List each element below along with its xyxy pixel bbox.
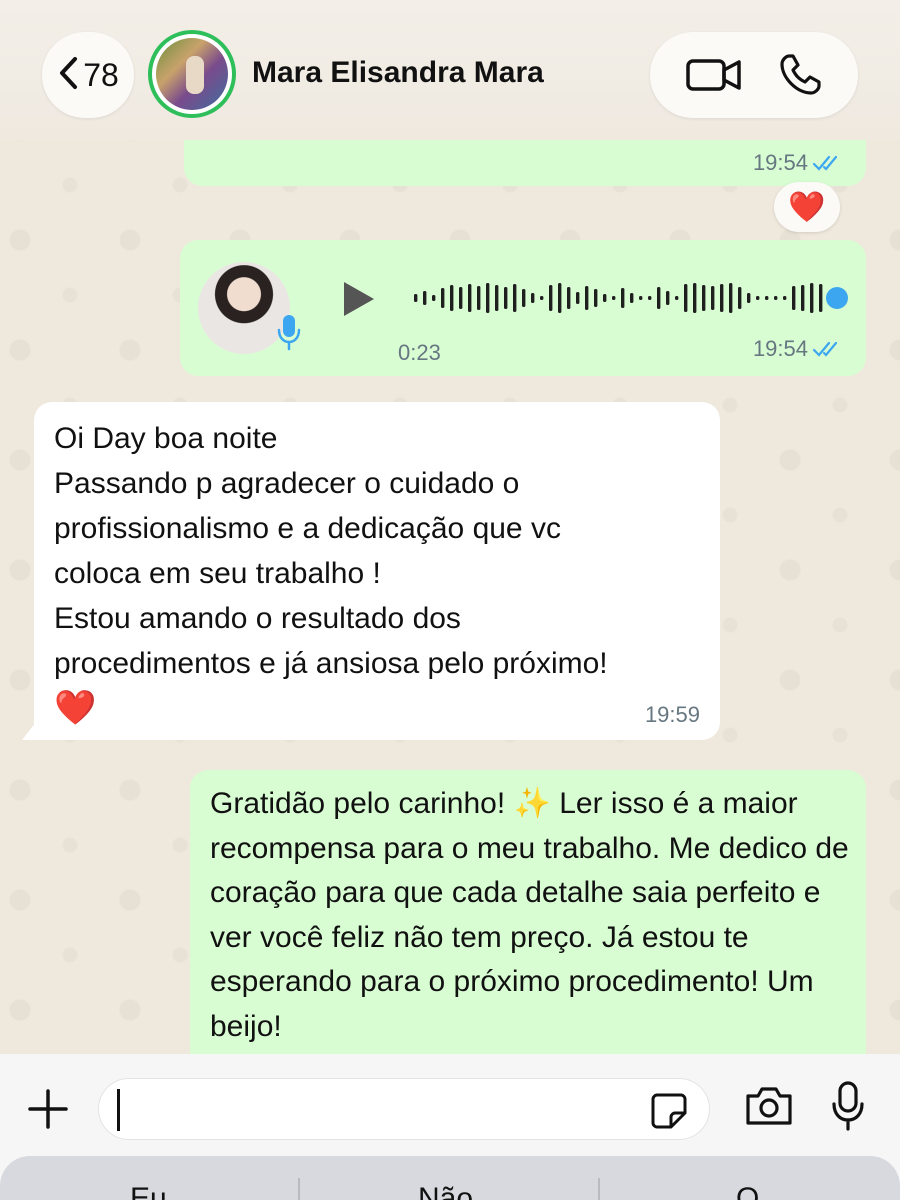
contact-avatar-image [156,38,228,110]
waveform-bar [666,291,670,305]
waveform-bar [648,296,652,300]
waveform-bar [594,289,598,307]
camera-button[interactable] [744,1084,794,1133]
sparkles-emoji: ✨ [513,787,551,820]
heart-emoji: ❤️ [54,689,97,727]
message-text: Gratidão pelo carinho! ✨ Ler isso é a ma… [210,782,850,1049]
waveform-bar [414,294,418,302]
voice-call-button[interactable] [777,52,823,98]
waveform-bar [540,296,544,300]
message-incoming[interactable]: Oi Day boa noite Passando p agradecer o … [34,402,720,740]
message-outgoing[interactable]: Gratidão pelo carinho! ✨ Ler isso é a ma… [190,770,866,1070]
waveform-bar [693,283,697,313]
keyboard-suggestions: Eu Não O [0,1156,900,1200]
voice-message[interactable]: 0:23 19:54 [180,240,866,376]
waveform-bar [522,289,526,307]
waveform-bar [711,286,715,310]
waveform-bar [783,296,787,300]
keyboard-suggestion[interactable]: Eu [130,1182,167,1200]
waveform-bar [801,285,805,311]
call-actions [650,32,858,118]
chat-header: 78 Mara Elisandra Mara [0,0,900,140]
waveform-bar [432,295,436,301]
play-icon [344,282,374,316]
video-call-button[interactable] [685,55,743,95]
waveform-bar [630,293,634,303]
waveform-bar [729,283,733,313]
waveform-bar [567,287,571,309]
read-ticks-icon [812,154,842,172]
audio-waveform[interactable] [412,280,832,316]
playback-scrubber[interactable] [826,287,848,309]
contact-avatar[interactable] [148,30,236,118]
time-label: 19:54 [752,336,808,361]
waveform-bar [675,296,679,300]
waveform-bar [531,293,535,303]
waveform-bar [657,287,661,309]
waveform-bar [819,284,823,312]
message-input[interactable] [98,1078,710,1140]
text-cursor [117,1089,120,1131]
waveform-bar [423,291,427,305]
read-ticks-icon [812,340,842,358]
waveform-bar [585,286,589,310]
waveform-bar [441,288,445,308]
camera-icon [746,1087,792,1125]
waveform-bar [558,283,562,313]
voice-record-button[interactable] [830,1080,866,1137]
waveform-bar [477,286,481,310]
waveform-bar [459,287,463,309]
voice-duration: 0:23 [398,340,441,365]
divider [598,1178,600,1200]
waveform-bar [765,296,769,300]
waveform-bar [549,285,553,311]
waveform-bar [684,284,688,312]
divider [298,1178,300,1200]
attach-button[interactable] [26,1087,70,1136]
message-text: Oi Day boa noite Passando p agradecer o … [54,416,608,732]
message-body: Oi Day boa noite Passando p agradecer o … [54,422,608,680]
time-label: 19:59 [644,702,700,727]
message-reaction[interactable]: ❤️ [774,182,840,232]
message-body-start: Gratidão pelo carinho! [210,787,514,820]
sticker-button[interactable] [649,1091,689,1136]
waveform-bar [720,284,724,312]
waveform-bar [747,293,751,303]
waveform-bar [792,286,796,310]
keyboard-suggestion[interactable]: O [736,1182,759,1200]
keyboard-suggestion[interactable]: Não [418,1182,473,1200]
waveform-bar [756,296,760,300]
microphone-icon [276,312,302,357]
message-body-end: Ler isso é a maior recompensa para o meu… [210,787,849,1043]
sticker-icon [651,1093,687,1129]
message-time: 19:59 [645,702,700,728]
play-button[interactable] [340,280,378,323]
waveform-bar [810,283,814,313]
chevron-left-icon [57,56,79,95]
waveform-bar [603,294,607,302]
waveform-bar [639,296,643,300]
waveform-bar [774,296,778,300]
waveform-bar [576,292,580,304]
microphone-icon [832,1081,864,1131]
plus-icon [28,1089,68,1129]
waveform-bar [486,283,490,313]
contact-name[interactable]: Mara Elisandra Mara [252,56,544,90]
waveform-bar [621,288,625,308]
video-camera-icon [686,59,741,91]
waveform-bar [504,287,508,309]
waveform-bar [612,296,616,300]
waveform-bar [702,285,706,311]
unread-count: 78 [83,56,119,93]
waveform-bar [513,284,517,312]
message-time: 19:54 [753,336,842,362]
waveform-bar [468,284,472,312]
message-time: 19:54 [753,150,842,176]
phone-icon [780,54,821,95]
time-label: 19:54 [752,150,808,175]
waveform-bar [495,285,499,311]
waveform-bar [450,285,454,311]
waveform-bar [738,287,742,309]
back-button[interactable]: 78 [42,32,134,118]
